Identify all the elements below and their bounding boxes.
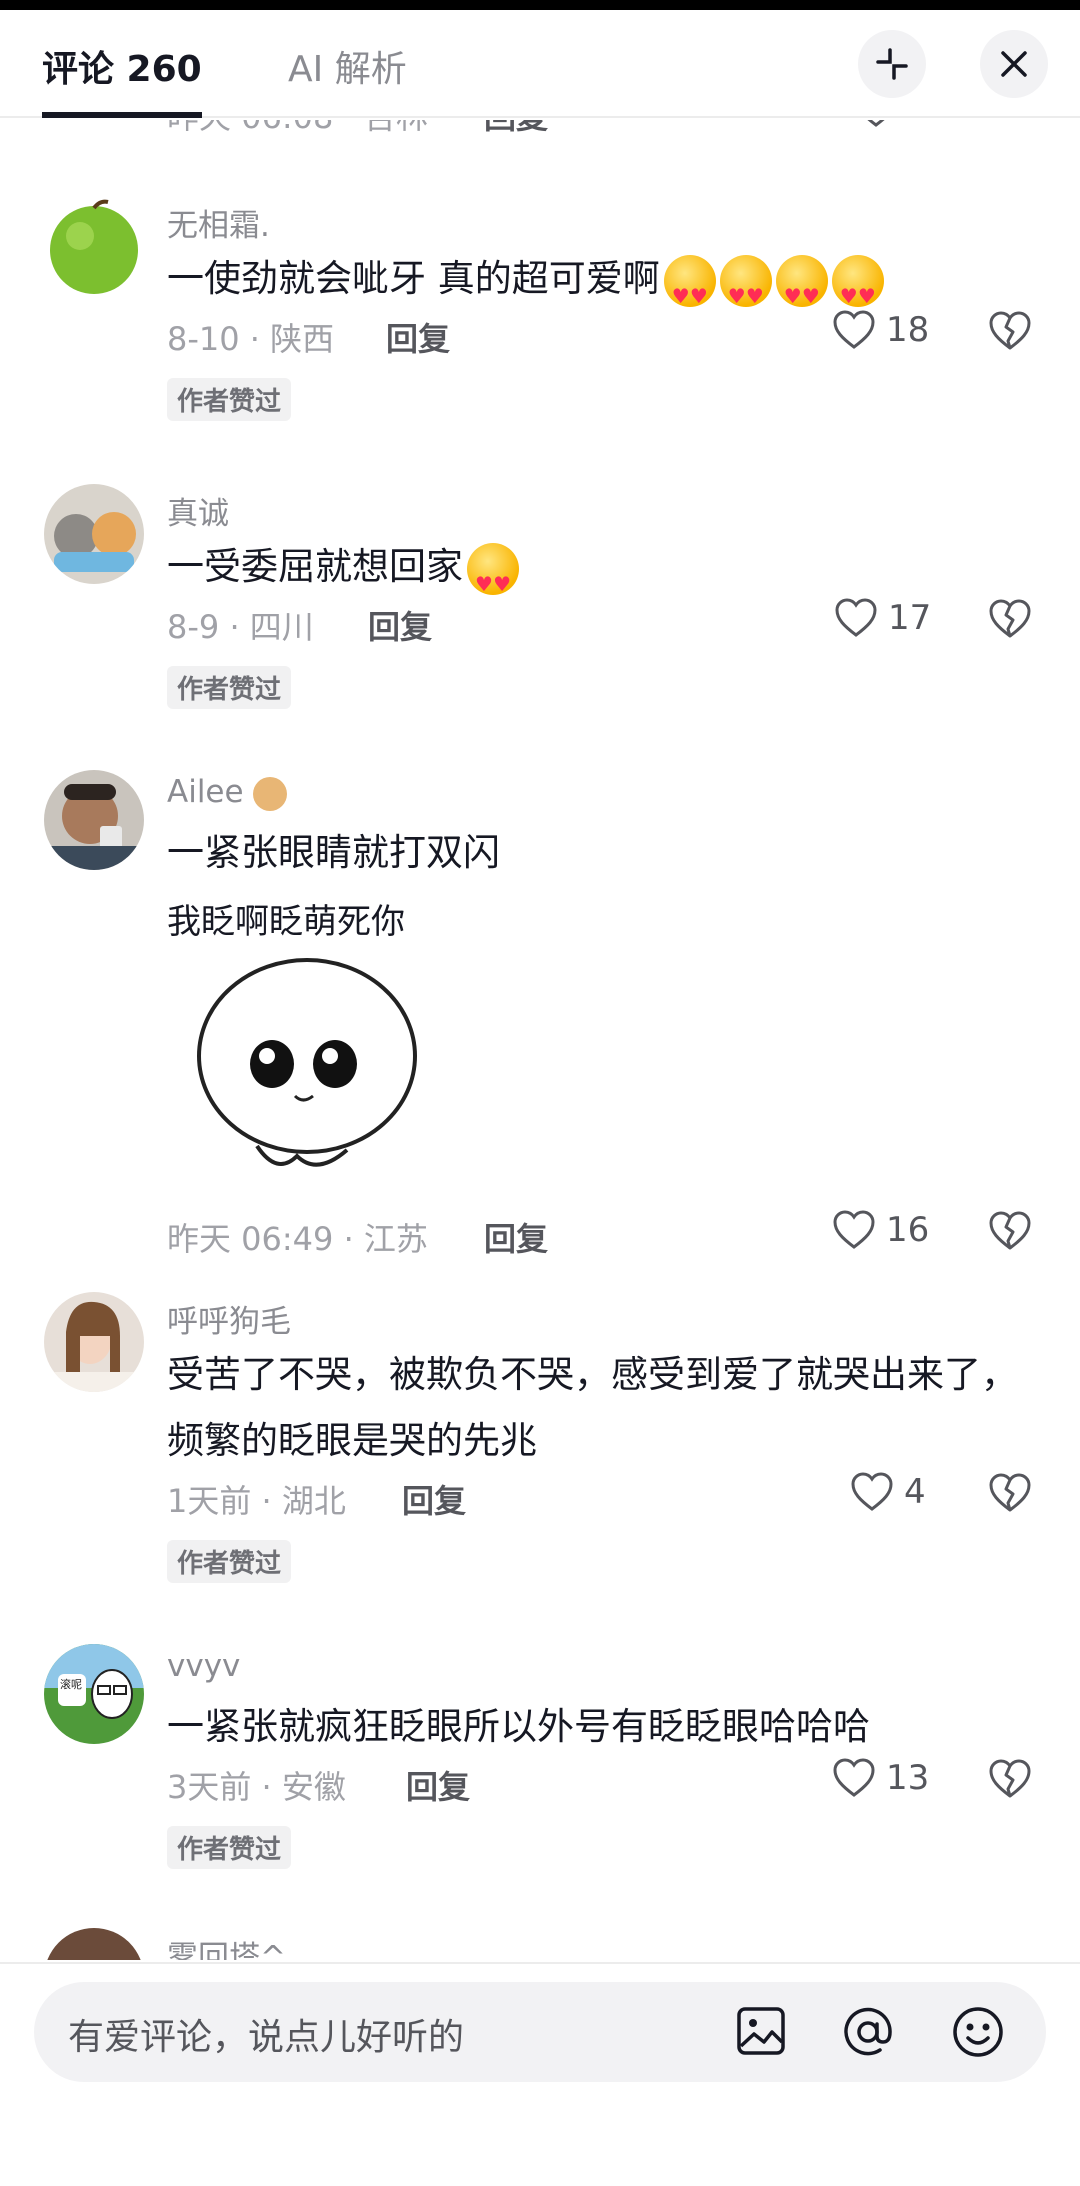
author-liked-badge: 作者赞过	[167, 378, 292, 421]
top-border	[0, 0, 1080, 10]
tab-comments[interactable]: 评论 260	[42, 40, 202, 92]
like-count: 13	[886, 1758, 930, 1798]
comment-meta: 昨天 06:08 · 吉林	[167, 120, 428, 138]
comment-text-content: 一使劲就会呲牙 真的超可爱啊	[167, 257, 660, 300]
avatar[interactable]	[44, 1292, 144, 1392]
reply-button[interactable]: 回复	[406, 1762, 470, 1808]
broken-heart-icon	[989, 1211, 1031, 1250]
heart-eyes-emoji	[775, 254, 828, 329]
comment-author[interactable]: 真诚	[167, 488, 229, 533]
like-count: 4	[904, 1472, 926, 1512]
heart-icon	[851, 1472, 893, 1511]
broken-heart-icon	[989, 1473, 1031, 1512]
comment-meta: 昨天 06:49 · 江苏	[167, 1220, 428, 1258]
active-tab-indicator	[42, 112, 202, 118]
comment-input-bar: 有爱评论，说点儿好听的	[0, 1962, 1080, 2186]
sticker-caption: 我眨啊眨萌死你	[167, 902, 405, 942]
avatar[interactable]: 滚呢	[44, 1644, 144, 1744]
reply-button[interactable]: 回复	[402, 1476, 466, 1522]
heart-eyes-emoji	[719, 254, 772, 329]
heart-icon	[833, 1758, 875, 1797]
comment-meta: 1天前 · 湖北	[167, 1482, 346, 1520]
comment-author[interactable]: vvyv	[167, 1648, 240, 1684]
like-button[interactable]: 13	[832, 1758, 929, 1798]
comment-meta: 8-9 · 四川	[167, 608, 314, 646]
comment-text: 一使劲就会呲牙 真的超可爱啊	[167, 246, 1027, 329]
avatar[interactable]	[44, 196, 144, 296]
comment-text: 一受委屈就想回家	[167, 534, 1027, 617]
comment-text: 一紧张眼睛就打双闪	[167, 831, 500, 874]
close-button[interactable]	[980, 30, 1048, 98]
like-button[interactable]: 18	[832, 310, 929, 350]
broken-heart-icon	[989, 311, 1031, 350]
pleading-face-emoji	[467, 542, 519, 617]
author-liked-badge: 作者赞过	[167, 1540, 292, 1583]
image-button[interactable]	[734, 2004, 788, 2062]
sticker-image[interactable]	[167, 946, 437, 1196]
dog-face-emoji	[253, 776, 288, 811]
reply-button[interactable]: 回复	[368, 602, 432, 648]
like-count: 1	[908, 120, 930, 128]
comment-text: 受苦了不哭，被欺负不哭，感受到爱了就哭出来了，频繁的眨眼是哭的先兆	[167, 1353, 1018, 1462]
close-icon	[1001, 51, 1027, 77]
heart-eyes-emoji	[663, 254, 716, 329]
avatar[interactable]	[44, 770, 144, 870]
comment-author[interactable]: 雾回塔^	[167, 1932, 286, 1960]
like-button[interactable]: 16	[832, 1210, 929, 1250]
comment-input[interactable]: 有爱评论，说点儿好听的	[34, 1982, 1046, 2082]
mention-button[interactable]	[840, 2004, 896, 2064]
dislike-button[interactable]	[988, 599, 1032, 643]
collapse-button[interactable]	[858, 30, 926, 98]
dislike-button[interactable]	[988, 1473, 1032, 1517]
emoji-icon	[953, 2007, 1003, 2057]
reply-button[interactable]: 回复	[484, 120, 548, 138]
avatar[interactable]	[44, 1928, 144, 1960]
comment-author-name: Ailee	[167, 774, 244, 810]
broken-heart-icon	[989, 599, 1031, 638]
comment-author[interactable]: Ailee	[167, 774, 288, 811]
reply-button[interactable]: 回复	[386, 314, 450, 360]
heart-icon	[833, 1210, 875, 1249]
heart-icon	[835, 598, 877, 637]
comment-item: 无相霜. 一使劲就会呲牙 真的超可爱啊 8-10 · 陕西 回复 18 作者赞过	[0, 196, 1080, 456]
comment-list[interactable]: 昨天 06:08 · 吉林 回复 1 无相霜. 一使劲就会呲牙 真的超可爱啊 8…	[0, 120, 1080, 1960]
dislike-button[interactable]	[988, 311, 1032, 355]
reply-button[interactable]: 回复	[484, 1214, 548, 1260]
at-icon	[844, 2007, 892, 2056]
comment-item: 真诚 一受委屈就想回家 8-9 · 四川 回复 17 作者赞过	[0, 484, 1080, 744]
like-count: 18	[886, 310, 930, 350]
heart-eyes-emoji	[831, 254, 884, 329]
heart-icon	[867, 120, 885, 127]
like-button[interactable]: 4	[850, 1472, 926, 1512]
comment-text-content: 一受委屈就想回家	[167, 545, 463, 588]
comment-meta: 8-10 · 陕西	[167, 320, 335, 358]
comment-meta: 3天前 · 安徽	[167, 1768, 346, 1806]
avatar[interactable]	[44, 484, 144, 584]
comment-text: 一紧张就疯狂眨眼所以外号有眨眨眼哈哈哈	[167, 1705, 870, 1748]
like-button[interactable]: 17	[834, 598, 931, 638]
like-count: 17	[888, 598, 932, 638]
dislike-button[interactable]	[988, 1211, 1032, 1255]
comment-author[interactable]: 无相霜.	[167, 200, 270, 245]
dislike-button[interactable]	[988, 1759, 1032, 1803]
comments-header: 评论 260 AI 解析	[0, 10, 1080, 118]
comment-item-partial-bottom: 雾回塔^	[0, 1928, 1080, 1960]
comment-item: Ailee 一紧张眼睛就打双闪 我眨啊眨萌死你 昨天 06:49 · 江苏 回复…	[0, 770, 1080, 1270]
author-liked-badge: 作者赞过	[167, 666, 292, 709]
comment-input-placeholder: 有爱评论，说点儿好听的	[68, 2017, 465, 2058]
comment-author[interactable]: 呼呼狗毛	[167, 1296, 291, 1341]
tab-ai-analysis[interactable]: AI 解析	[288, 40, 407, 92]
image-icon	[737, 2007, 785, 2055]
like-button[interactable]: 1	[854, 120, 930, 128]
author-liked-badge: 作者赞过	[167, 1826, 292, 1869]
collapse-icon	[876, 48, 908, 80]
heart-icon	[833, 310, 875, 349]
like-count: 16	[886, 1210, 930, 1250]
comment-item: 呼呼狗毛 受苦了不哭，被欺负不哭，感受到爱了就哭出来了，频繁的眨眼是哭的先兆 1…	[0, 1292, 1080, 1612]
avatar-bubble-text: 滚呢	[60, 1678, 82, 1691]
broken-heart-icon	[989, 1759, 1031, 1798]
emoji-button[interactable]	[950, 2004, 1006, 2064]
comment-item: 滚呢 vvyv 一紧张就疯狂眨眼所以外号有眨眨眼哈哈哈 3天前 · 安徽 回复 …	[0, 1644, 1080, 1904]
